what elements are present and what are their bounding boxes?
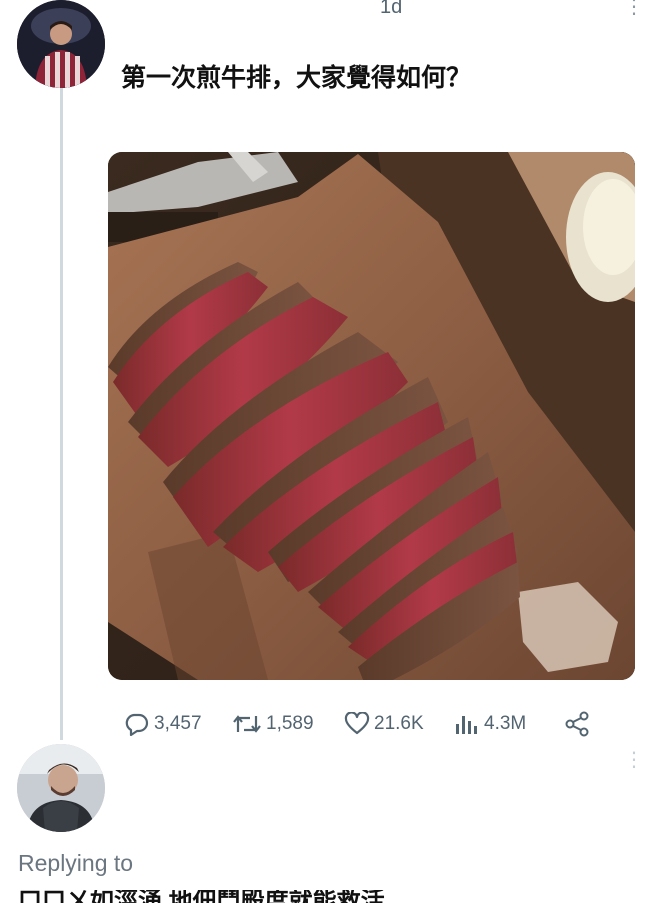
more-vertical-icon[interactable]: ⋮ bbox=[624, 0, 644, 19]
more-vertical-icon[interactable]: ⋮ bbox=[624, 750, 644, 770]
view-count: 4.3M bbox=[484, 713, 527, 734]
heart-icon bbox=[344, 712, 370, 735]
reply-count: 3,457 bbox=[154, 713, 202, 734]
share-icon bbox=[565, 711, 589, 737]
tweet-photo[interactable] bbox=[108, 152, 635, 680]
avatar[interactable] bbox=[17, 0, 105, 88]
tweet-text: 第一次煎牛排，大家覺得如何？ bbox=[121, 64, 472, 92]
share-button[interactable] bbox=[564, 708, 594, 740]
like-button[interactable]: 21.6K bbox=[344, 708, 424, 740]
avatar[interactable] bbox=[17, 744, 105, 832]
reply-text: 口口ㄨ如涇涌 地佃鬥殿度就能救活 bbox=[18, 890, 385, 903]
thread-line bbox=[60, 88, 63, 740]
like-count: 21.6K bbox=[374, 713, 424, 734]
views-button[interactable]: 4.3M bbox=[454, 708, 526, 740]
reply-text-content: 口口ㄨ如涇涌 地佃鬥殿度就能救活 bbox=[18, 890, 385, 903]
reply-icon bbox=[125, 713, 149, 736]
replying-to-label: Replying to bbox=[18, 850, 134, 876]
avatar-image bbox=[17, 0, 105, 88]
reply-button[interactable]: 3,457 bbox=[124, 708, 202, 740]
avatar-image bbox=[17, 744, 105, 832]
steak-photo-image bbox=[108, 152, 635, 680]
tweet-actions: 3,457 1,589 21.6K 4.3M bbox=[124, 708, 604, 740]
retweet-button[interactable]: 1,589 bbox=[232, 708, 314, 740]
views-chart-icon bbox=[456, 716, 477, 734]
tweet-timestamp[interactable]: 1d bbox=[380, 0, 402, 19]
retweet-count: 1,589 bbox=[266, 713, 314, 734]
retweet-icon bbox=[233, 715, 261, 733]
